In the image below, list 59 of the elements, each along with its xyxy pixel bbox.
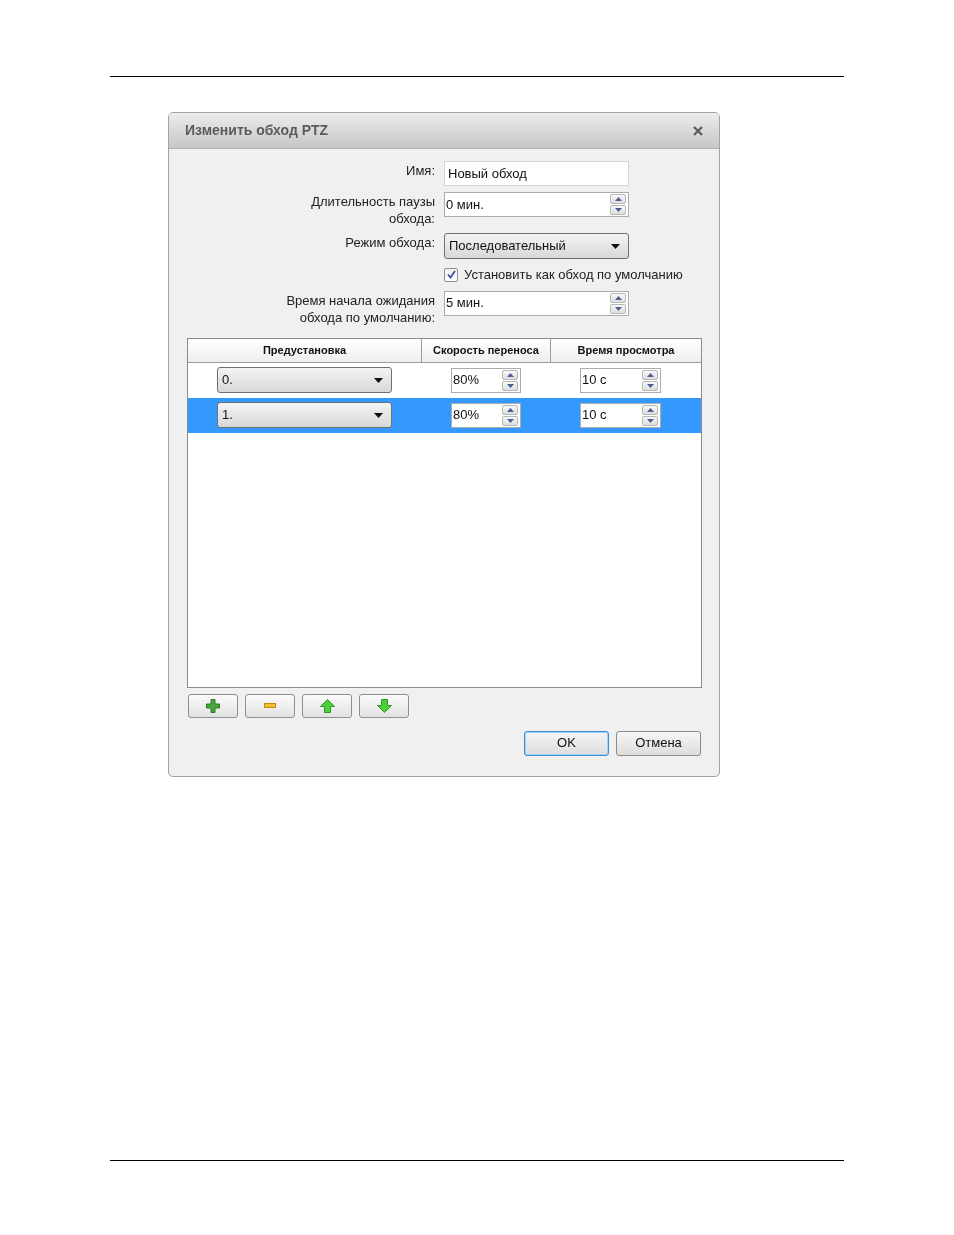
- caret-down-icon: [611, 243, 620, 249]
- step-up-button[interactable]: [502, 369, 518, 380]
- plus-icon: [206, 698, 220, 713]
- step-up-button[interactable]: [502, 404, 518, 415]
- close-icon[interactable]: [693, 125, 703, 136]
- caret-down-icon: [614, 306, 622, 311]
- minus-icon: [264, 703, 276, 708]
- remove-button[interactable]: [245, 693, 295, 718]
- table-row[interactable]: 1. 80% 10 с: [188, 397, 701, 433]
- caret-up-icon: [506, 372, 514, 377]
- dialog-button[interactable]: OK: [524, 730, 609, 756]
- step-up-button[interactable]: [610, 292, 626, 303]
- dropdown[interactable]: Последовательный: [444, 233, 629, 259]
- spin-field[interactable]: 80%: [451, 367, 521, 393]
- dropdown[interactable]: 1.: [217, 402, 392, 428]
- checkbox-label: Установить как обход по умолчанию: [464, 266, 683, 284]
- caret-down-icon: [374, 377, 383, 383]
- move-up-button[interactable]: [302, 693, 352, 718]
- move-down-button[interactable]: [359, 693, 409, 718]
- spin-field[interactable]: 10 с: [580, 402, 661, 428]
- dialog-button[interactable]: Отмена: [616, 730, 701, 756]
- step-down-button[interactable]: [502, 380, 518, 391]
- caret-down-icon: [506, 418, 514, 423]
- column-header[interactable]: Скорость переноса: [422, 338, 551, 363]
- field-label: Имя:: [406, 162, 435, 180]
- field-label: Режим обхода:: [345, 234, 435, 252]
- caret-down-icon: [646, 383, 654, 388]
- step-down-button[interactable]: [642, 380, 658, 391]
- step-down-button[interactable]: [610, 303, 626, 314]
- checkbox[interactable]: [444, 267, 458, 282]
- caret-up-icon: [614, 197, 622, 201]
- caret-up-icon: [646, 372, 654, 377]
- step-up-button[interactable]: [610, 194, 626, 204]
- spin-field[interactable]: 0 мин.: [444, 192, 629, 217]
- step-down-button[interactable]: [642, 415, 658, 426]
- check-icon: [446, 270, 456, 280]
- add-button[interactable]: [188, 693, 238, 718]
- text-field[interactable]: Новый обход: [444, 161, 629, 186]
- spin-field[interactable]: 80%: [451, 402, 521, 428]
- step-up-button[interactable]: [642, 369, 658, 380]
- arrow-up-icon: [319, 698, 335, 713]
- caret-up-icon: [506, 407, 514, 412]
- field-label: Время начала ожидания обхода по умолчанию:: [285, 291, 435, 326]
- caret-down-icon: [506, 383, 514, 388]
- caret-up-icon: [614, 295, 622, 300]
- window-title: Изменить обход PTZ: [185, 121, 329, 140]
- spin-field[interactable]: 10 с: [580, 367, 661, 393]
- arrow-down-icon: [376, 698, 392, 713]
- spin-field[interactable]: 5 мин.: [444, 290, 629, 316]
- caret-down-icon: [646, 418, 654, 423]
- step-down-button[interactable]: [610, 205, 626, 215]
- step-down-button[interactable]: [502, 415, 518, 426]
- column-header[interactable]: Предустановка: [188, 338, 422, 363]
- field-label: Длительность паузы обхода:: [310, 193, 435, 227]
- step-up-button[interactable]: [642, 404, 658, 415]
- caret-down-icon: [614, 208, 622, 212]
- dropdown[interactable]: 0.: [217, 367, 392, 393]
- caret-up-icon: [646, 407, 654, 412]
- caret-down-icon: [374, 412, 383, 418]
